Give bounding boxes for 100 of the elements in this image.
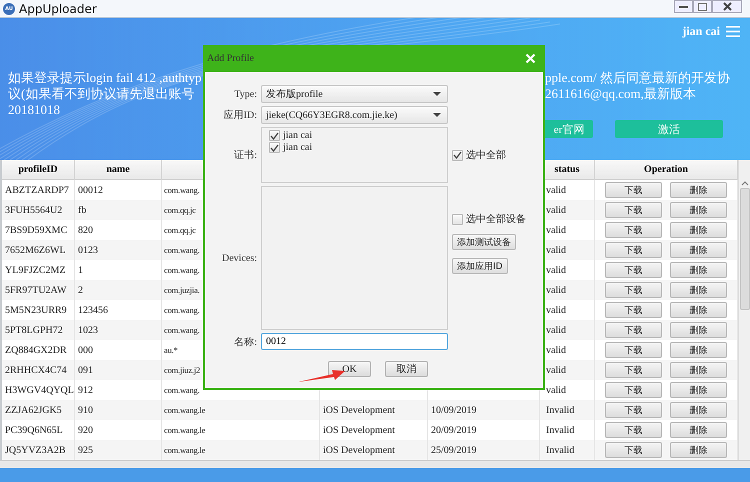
minimize-button[interactable] bbox=[674, 0, 693, 13]
delete-button[interactable]: 删除 bbox=[670, 402, 727, 418]
table-cell: valid bbox=[546, 304, 566, 316]
table-cell: 00012 bbox=[78, 184, 103, 196]
table-cell: Invalid bbox=[546, 424, 574, 436]
delete-button[interactable]: 删除 bbox=[670, 342, 727, 358]
delete-button[interactable]: 删除 bbox=[670, 302, 727, 318]
close-icon[interactable] bbox=[525, 53, 536, 64]
table-cell: com.wang. bbox=[164, 385, 200, 395]
table-cell: com.juzjia. bbox=[164, 285, 200, 295]
notice-text: 2611616@qq.com,最新版本 bbox=[545, 86, 697, 102]
close-icon bbox=[722, 2, 732, 11]
checkbox[interactable] bbox=[269, 142, 280, 153]
delete-button[interactable]: 删除 bbox=[670, 382, 727, 398]
table-cell: valid bbox=[546, 384, 566, 396]
table-cell: 1 bbox=[78, 264, 83, 276]
download-button[interactable]: 下载 bbox=[605, 302, 662, 318]
download-button[interactable]: 下载 bbox=[605, 402, 662, 418]
download-button[interactable]: 下载 bbox=[605, 282, 662, 298]
download-button[interactable]: 下载 bbox=[605, 182, 662, 198]
download-button[interactable]: 下载 bbox=[605, 202, 662, 218]
field-label: 名称: bbox=[234, 336, 257, 348]
download-button[interactable]: 下载 bbox=[605, 262, 662, 278]
horizontal-scrollbar[interactable] bbox=[0, 460, 750, 468]
ok-button[interactable]: OK bbox=[328, 361, 371, 377]
delete-button[interactable]: 删除 bbox=[670, 362, 727, 378]
table-cell: 5M5N23URR9 bbox=[5, 304, 67, 316]
checkbox[interactable] bbox=[269, 130, 280, 141]
table-cell: 10/09/2019 bbox=[431, 404, 477, 416]
table-cell: com.jiuz.j2 bbox=[164, 365, 200, 375]
menu-icon[interactable] bbox=[726, 26, 740, 36]
field-label: Type: bbox=[234, 88, 257, 100]
table-cell: 912 bbox=[78, 384, 93, 396]
delete-button[interactable]: 删除 bbox=[670, 262, 727, 278]
table-cell: ABZTZARDP7 bbox=[5, 184, 69, 196]
table-cell: YL9FJZC2MZ bbox=[5, 264, 66, 276]
delete-button[interactable]: 删除 bbox=[670, 182, 727, 198]
download-button[interactable]: 下载 bbox=[605, 442, 662, 458]
delete-button[interactable]: 删除 bbox=[670, 282, 727, 298]
table-cell: iOS Development bbox=[323, 444, 395, 456]
checkbox[interactable] bbox=[452, 150, 463, 160]
table-cell: 820 bbox=[78, 224, 93, 236]
add-app-id-button[interactable]: 添加应用ID bbox=[452, 258, 508, 274]
table-cell: 5FR97TU2AW bbox=[5, 284, 66, 296]
caret-icon bbox=[433, 113, 441, 117]
download-button[interactable]: 下载 bbox=[605, 222, 662, 238]
table-cell: 1023 bbox=[78, 324, 98, 336]
certificate-name: jian cai bbox=[283, 142, 312, 153]
field-label: Devices: bbox=[222, 252, 257, 264]
field-label: 应用ID: bbox=[224, 108, 257, 122]
checkbox-label: 选中全部设备 bbox=[466, 212, 526, 226]
delete-button[interactable]: 删除 bbox=[670, 422, 727, 438]
delete-button[interactable]: 删除 bbox=[670, 242, 727, 258]
table-cell: 7BS9D59XMC bbox=[5, 224, 68, 236]
app-id-dropdown[interactable]: jieke(CQ66Y3EGR8.com.jie.ke) bbox=[261, 106, 448, 124]
table-cell: 2RHHCX4C74 bbox=[5, 364, 67, 376]
table-cell: 0123 bbox=[78, 244, 98, 256]
table-cell: com.wang. bbox=[164, 245, 200, 255]
name-input[interactable]: 0012 bbox=[261, 333, 448, 350]
delete-button[interactable]: 删除 bbox=[670, 202, 727, 218]
scroll-up-icon[interactable] bbox=[740, 180, 748, 186]
table-cell: 7652M6Z6WL bbox=[5, 244, 66, 256]
download-button[interactable]: 下载 bbox=[605, 362, 662, 378]
table-cell: valid bbox=[546, 204, 566, 216]
table-cell: 091 bbox=[78, 364, 93, 376]
table-cell: JQ5YVZ3A2B bbox=[5, 444, 66, 456]
table-cell: ZQ884GX2DR bbox=[5, 344, 67, 356]
table-cell: com.wang. bbox=[164, 305, 200, 315]
dialog-title: Add Profile bbox=[207, 53, 254, 64]
close-button[interactable] bbox=[712, 0, 742, 13]
checkbox-label: 选中全部 bbox=[466, 148, 506, 162]
minimize-icon bbox=[679, 4, 688, 8]
delete-button[interactable]: 删除 bbox=[670, 222, 727, 238]
table-cell: 25/09/2019 bbox=[431, 444, 477, 456]
type-dropdown[interactable]: 发布版profile bbox=[261, 85, 448, 103]
table-cell: com.qq.jc bbox=[164, 205, 196, 215]
delete-button[interactable]: 删除 bbox=[670, 442, 727, 458]
window-title: AppUploader bbox=[19, 2, 97, 16]
checkbox[interactable] bbox=[452, 214, 463, 224]
download-button[interactable]: 下载 bbox=[605, 342, 662, 358]
table-cell: 920 bbox=[78, 424, 93, 436]
table-cell: com.wang. bbox=[164, 185, 200, 195]
download-button[interactable]: 下载 bbox=[605, 322, 662, 338]
vertical-scrollbar[interactable] bbox=[738, 160, 750, 460]
add-test-device-button[interactable]: 添加测试设备 bbox=[452, 234, 516, 250]
table-cell: 20/09/2019 bbox=[431, 424, 477, 436]
download-button[interactable]: 下载 bbox=[605, 422, 662, 438]
cancel-button[interactable]: 取消 bbox=[385, 361, 428, 377]
table-cell: Invalid bbox=[546, 444, 574, 456]
table-cell: com.wang. bbox=[164, 325, 200, 335]
certificate-list[interactable]: jian cai jian cai bbox=[261, 127, 448, 183]
download-button[interactable]: 下载 bbox=[605, 242, 662, 258]
maximize-button[interactable] bbox=[693, 0, 712, 13]
table-cell: com.wang.le bbox=[164, 405, 206, 415]
download-button[interactable]: 下载 bbox=[605, 382, 662, 398]
table-cell: valid bbox=[546, 344, 566, 356]
table-cell: valid bbox=[546, 184, 566, 196]
table-cell: 123456 bbox=[78, 304, 108, 316]
table-cell: iOS Development bbox=[323, 404, 395, 416]
delete-button[interactable]: 删除 bbox=[670, 322, 727, 338]
